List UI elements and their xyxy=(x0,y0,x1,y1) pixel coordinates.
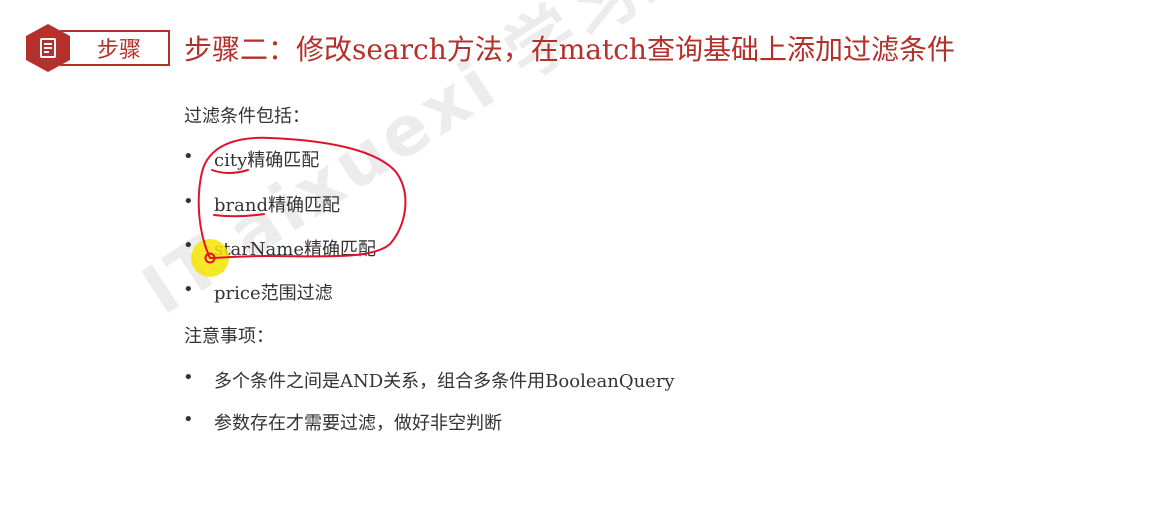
bullet: • xyxy=(183,146,194,167)
list-item: • starName精确匹配 xyxy=(183,235,377,261)
list-item: • 多个条件之间是AND关系，组合多条件用BooleanQuery xyxy=(183,367,675,393)
list-item: • city精确匹配 xyxy=(183,146,320,172)
bullet: • xyxy=(183,235,194,256)
bullet: • xyxy=(183,409,194,430)
filters-heading: 过滤条件包括： xyxy=(184,106,310,127)
bullet: • xyxy=(183,367,194,388)
list-item-text: brand精确匹配 xyxy=(214,195,340,216)
step-badge: 步骤 xyxy=(26,24,170,72)
document-icon xyxy=(40,38,56,58)
badge-label: 步骤 xyxy=(60,30,170,66)
list-item-text: 多个条件之间是AND关系，组合多条件用BooleanQuery xyxy=(214,371,675,392)
list-item-text: 参数存在才需要过滤，做好非空判断 xyxy=(214,413,502,434)
list-item-text: price范围过滤 xyxy=(214,283,333,304)
list-item: • price范围过滤 xyxy=(183,279,333,305)
bullet: • xyxy=(183,279,194,300)
annotation-layer xyxy=(191,136,407,277)
bullet: • xyxy=(183,191,194,212)
list-item-text: city精确匹配 xyxy=(214,150,320,171)
list-item-text: starName精确匹配 xyxy=(214,239,377,260)
notes-heading: 注意事项： xyxy=(184,326,274,347)
page-title: 步骤二：修改search方法，在match查询基础上添加过滤条件 xyxy=(184,33,955,66)
list-item: • 参数存在才需要过滤，做好非空判断 xyxy=(183,409,502,435)
list-item: • brand精确匹配 xyxy=(183,191,340,217)
